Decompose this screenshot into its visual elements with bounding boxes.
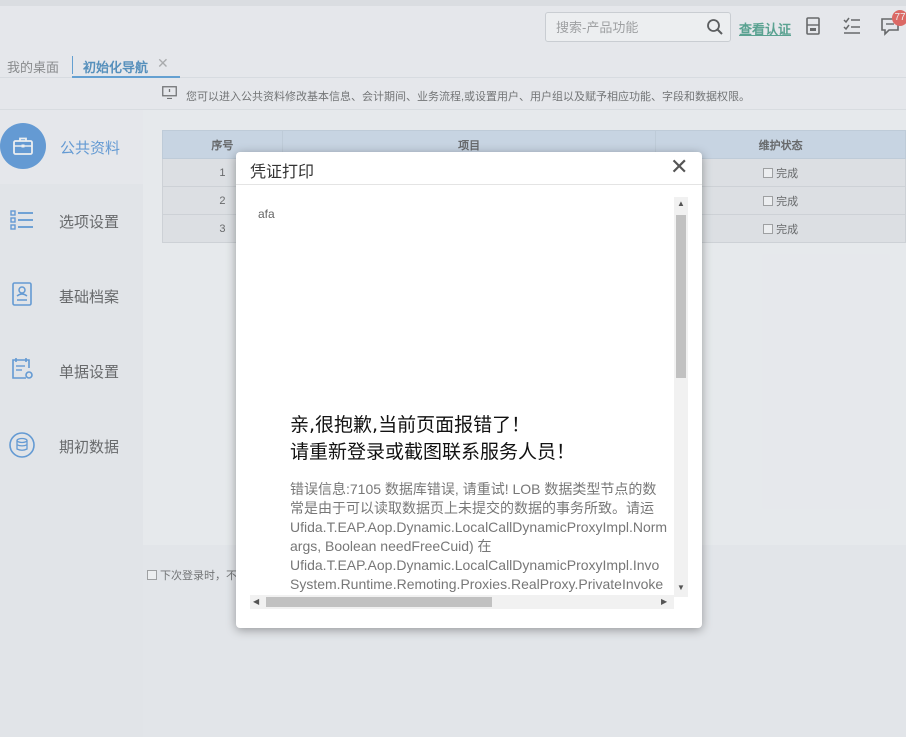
scroll-down-arrow-icon[interactable]: ▼ (677, 583, 685, 592)
voucher-print-dialog: 凭证打印 ✕ afa 亲,很抱歉,当前页面报错了！ 请重新登录或截图联系服务人员… (236, 152, 702, 628)
error-heading-line2: 请重新登录或截图联系服务人员！ (290, 441, 576, 463)
error-heading-line1: 亲,很抱歉,当前页面报错了！ (290, 414, 531, 436)
horizontal-scrollbar[interactable]: ◀ ▶ (250, 595, 674, 609)
vertical-scroll-thumb[interactable] (676, 215, 686, 378)
error-line: Ufida.T.EAP.Aop.Dynamic.LocalCallDynamic… (290, 519, 668, 535)
error-detail: 错误信息:7105 数据库错误, 请重试! LOB 数据类型节点的数 常是由于可… (290, 480, 688, 594)
error-line: 常是由于可以读取数据页上未提交的数据的事务所致。请运 (290, 500, 654, 516)
print-content-frame[interactable]: afa 亲,很抱歉,当前页面报错了！ 请重新登录或截图联系服务人员！ 错误信息:… (250, 197, 688, 613)
frame-label: afa (258, 207, 275, 221)
error-line: Ufida.T.EAP.Aop.Dynamic.LocalCallDynamic… (290, 557, 660, 573)
horizontal-scroll-thumb[interactable] (266, 597, 492, 607)
scroll-right-arrow-icon[interactable]: ▶ (661, 597, 667, 606)
dialog-title: 凭证打印 (250, 164, 315, 181)
scroll-left-arrow-icon[interactable]: ◀ (253, 597, 259, 606)
dialog-header: 凭证打印 ✕ (236, 152, 702, 185)
error-line: 错误信息:7105 数据库错误, 请重试! LOB 数据类型节点的数 (290, 481, 657, 497)
error-heading: 亲,很抱歉,当前页面报错了！ 请重新登录或截图联系服务人员！ (290, 412, 575, 466)
close-icon[interactable]: ✕ (670, 156, 688, 178)
error-line: args, Boolean needFreeCuid) 在 (290, 538, 492, 554)
error-line: System.Runtime.Remoting.Proxies.RealProx… (290, 576, 664, 592)
scroll-up-arrow-icon[interactable]: ▲ (677, 199, 685, 208)
vertical-scrollbar[interactable]: ▲ ▼ (674, 197, 688, 597)
